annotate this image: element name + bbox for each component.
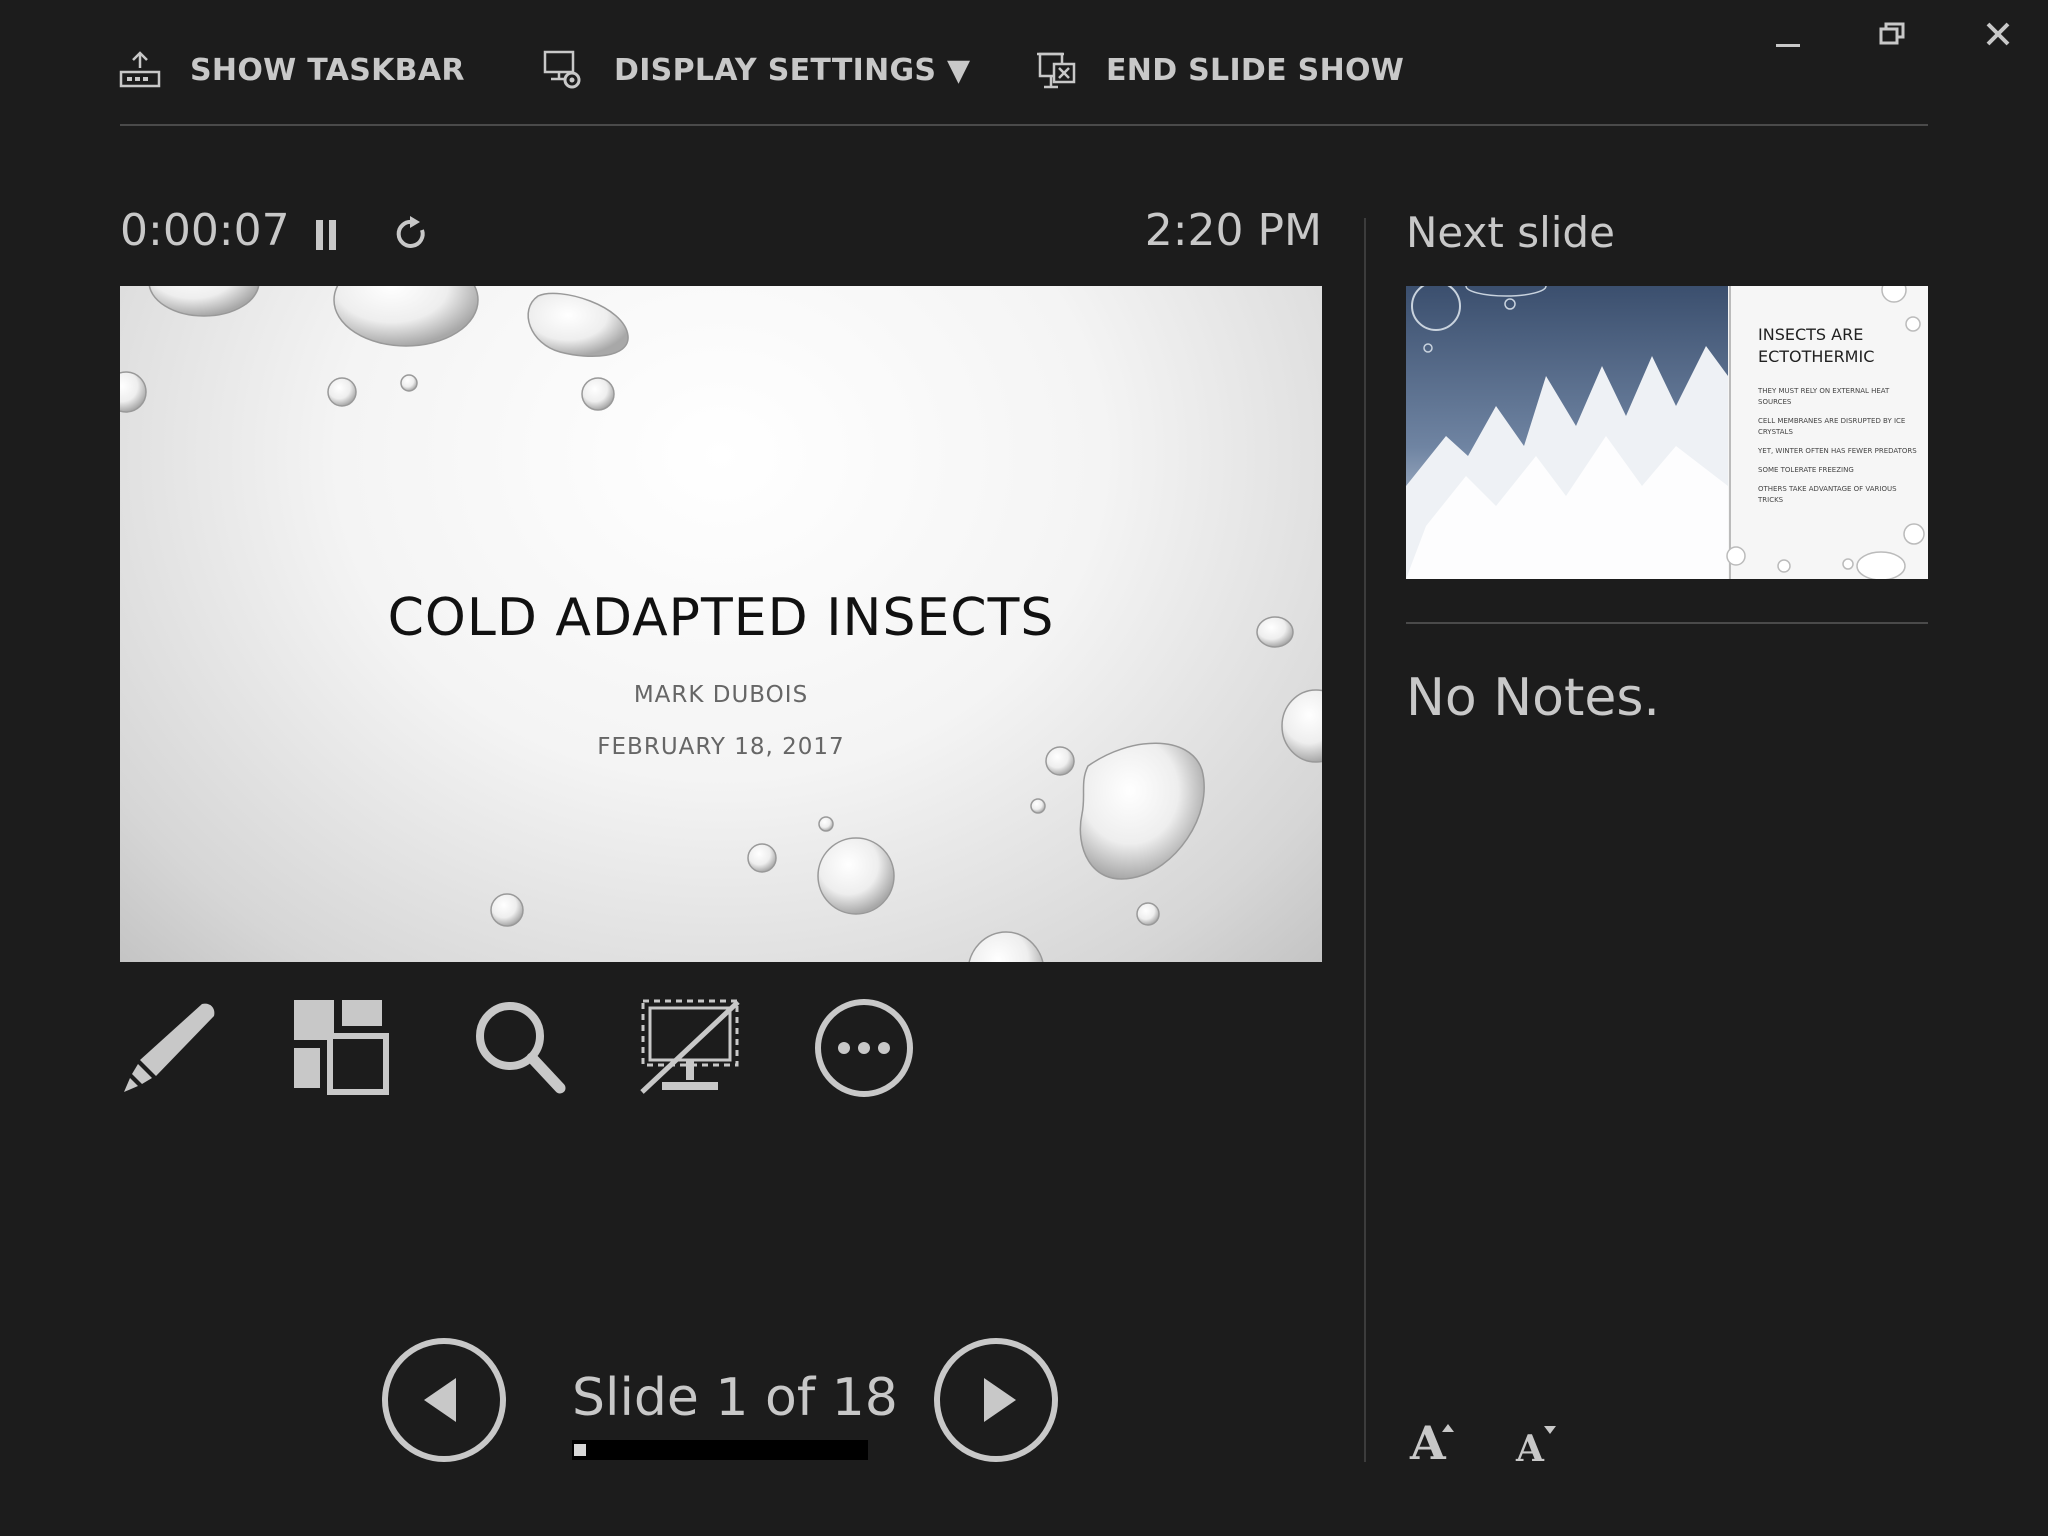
current-slide-preview[interactable]: COLD ADAPTED INSECTS MARK DUBOIS FEBRUAR…	[120, 286, 1322, 962]
next-slide-button[interactable]	[932, 1336, 1060, 1464]
pen-tool-button[interactable]	[118, 996, 222, 1100]
slide-counter: Slide 1 of 18	[572, 1368, 898, 1428]
panel-divider	[1364, 218, 1366, 1462]
increase-arrow-icon	[1442, 1424, 1454, 1432]
bullet-item: THEY MUST RELY ON EXTERNAL HEAT SOURCES	[1758, 387, 1890, 406]
restart-timer-button[interactable]	[390, 208, 434, 260]
minimize-button[interactable]	[1758, 12, 1818, 56]
close-icon	[1986, 22, 2010, 46]
next-slide-label: Next slide	[1406, 208, 1615, 257]
bullet-item: CELL MEMBRANES ARE DISRUPTED BY ICE CRYS…	[1758, 417, 1906, 436]
previous-arrow-icon	[382, 1338, 506, 1462]
decrease-arrow-icon	[1544, 1426, 1556, 1434]
slide-title: COLD ADAPTED INSECTS	[387, 588, 1055, 648]
next-slide-title-line1: INSECTS ARE	[1758, 325, 1864, 344]
black-screen-button[interactable]	[638, 996, 742, 1100]
toolbar-divider	[120, 124, 1928, 126]
close-button[interactable]	[1968, 12, 2028, 56]
next-arrow-icon	[934, 1338, 1058, 1462]
end-slide-show-icon	[1037, 52, 1076, 89]
restart-icon	[396, 216, 425, 248]
display-settings-button[interactable]: DISPLAY SETTINGS ▼	[542, 44, 970, 96]
taskbar-icon	[119, 51, 161, 88]
minimize-icon	[1776, 44, 1800, 47]
see-all-slides-button[interactable]	[290, 996, 394, 1100]
slide-author: MARK DUBOIS	[633, 682, 809, 708]
display-settings-icon	[543, 50, 581, 89]
notes-divider	[1406, 622, 1928, 624]
slide-date: FEBRUARY 18, 2017	[597, 734, 845, 760]
more-options-icon	[815, 999, 913, 1097]
end-slide-show-button[interactable]: END SLIDE SHOW	[1034, 44, 1404, 96]
elapsed-timer: 0:00:07	[120, 205, 290, 256]
speaker-notes[interactable]: No Notes.	[1406, 668, 1660, 728]
next-slide-title: INSECTS ARE ECTOTHERMIC	[1758, 324, 1918, 368]
previous-slide-button[interactable]	[380, 1336, 508, 1464]
next-slide-thumbnail[interactable]: INSECTS ARE ECTOTHERMIC THEY MUST RELY O…	[1406, 286, 1928, 579]
more-options-button[interactable]	[812, 996, 916, 1100]
restore-icon	[1879, 22, 1905, 45]
current-time: 2:20 PM	[1144, 205, 1322, 256]
increase-font-button[interactable]: A	[1404, 1416, 1464, 1474]
bullet-item: OTHERS TAKE ADVANTAGE OF VARIOUS TRICKS	[1758, 485, 1897, 504]
next-slide-title-line2: ECTOTHERMIC	[1758, 347, 1875, 366]
decrease-font-button[interactable]: A	[1510, 1418, 1570, 1474]
show-taskbar-label: SHOW TASKBAR	[190, 52, 465, 88]
slide-progress-bar	[572, 1440, 868, 1460]
slide-progress-fill	[574, 1444, 586, 1456]
bullet-item: YET, WINTER OFTEN HAS FEWER PREDATORS	[1758, 447, 1917, 455]
pause-timer-button[interactable]	[306, 208, 346, 260]
next-slide-bullets: THEY MUST RELY ON EXTERNAL HEAT SOURCES …	[1758, 386, 1918, 514]
end-slide-show-label: END SLIDE SHOW	[1106, 52, 1405, 88]
pen-icon	[124, 1003, 215, 1092]
zoom-button[interactable]	[466, 996, 570, 1100]
decrease-font-label: A	[1516, 1428, 1544, 1470]
pause-icon	[316, 220, 336, 250]
bullet-item: SOME TOLERATE FREEZING	[1758, 466, 1854, 474]
black-screen-icon	[640, 999, 740, 1094]
zoom-icon	[476, 1002, 566, 1094]
see-all-slides-icon	[294, 1000, 389, 1095]
display-settings-label: DISPLAY SETTINGS ▼	[614, 52, 971, 88]
restore-button[interactable]	[1862, 12, 1922, 56]
show-taskbar-button[interactable]: SHOW TASKBAR	[118, 44, 465, 96]
